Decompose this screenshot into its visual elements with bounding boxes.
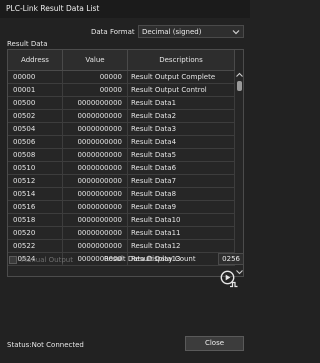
address-cell: 00520 bbox=[8, 227, 63, 240]
description-cell: Result Data9 bbox=[128, 201, 235, 214]
value-cell: 00000 bbox=[63, 71, 128, 84]
table-row[interactable]: 00516 0000000000 Result Data9 bbox=[8, 201, 235, 214]
table-row[interactable]: 00506 0000000000 Result Data4 bbox=[8, 136, 235, 149]
table-row[interactable]: 00514 0000000000 Result Data8 bbox=[8, 188, 235, 201]
status-text: Status:Not Connected bbox=[7, 341, 84, 349]
table-row[interactable]: 00518 0000000000 Result Data10 bbox=[8, 214, 235, 227]
address-cell: 00506 bbox=[8, 136, 63, 149]
address-cell: 00516 bbox=[8, 201, 63, 214]
address-cell: 00504 bbox=[8, 123, 63, 136]
scrollbar-thumb[interactable] bbox=[237, 81, 242, 91]
value-cell: 0000000000 bbox=[63, 214, 128, 227]
description-cell: Result Data7 bbox=[128, 175, 235, 188]
description-cell: Result Data8 bbox=[128, 188, 235, 201]
table-row[interactable]: 00500 0000000000 Result Data1 bbox=[8, 97, 235, 110]
address-cell: 00522 bbox=[8, 240, 63, 253]
description-cell: Result Output Complete bbox=[128, 71, 235, 84]
description-cell: Result Data1 bbox=[128, 97, 235, 110]
value-cell: 0000000000 bbox=[63, 110, 128, 123]
table-row[interactable]: 00000 00000 Result Output Complete bbox=[8, 71, 235, 84]
table-row[interactable]: 00001 00000 Result Output Control bbox=[8, 84, 235, 97]
description-cell: Result Data2 bbox=[128, 110, 235, 123]
vertical-scrollbar[interactable] bbox=[235, 71, 244, 276]
table-row[interactable]: 00522 0000000000 Result Data12 bbox=[8, 240, 235, 253]
manual-output-label: Manual Output bbox=[21, 256, 73, 264]
address-cell: 00514 bbox=[8, 188, 63, 201]
table-row[interactable]: 00520 0000000000 Result Data11 bbox=[8, 227, 235, 240]
address-cell: 00502 bbox=[8, 110, 63, 123]
table-row[interactable]: 00510 0000000000 Result Data6 bbox=[8, 162, 235, 175]
value-cell: 0000000000 bbox=[63, 149, 128, 162]
data-format-select[interactable]: Decimal (signed) bbox=[138, 25, 244, 38]
address-cell: 00518 bbox=[8, 214, 63, 227]
play-step-icon[interactable] bbox=[220, 270, 238, 288]
value-cell: 0000000000 bbox=[63, 240, 128, 253]
description-cell: Result Data10 bbox=[128, 214, 235, 227]
data-format-label: Data Format bbox=[91, 28, 135, 36]
table-row[interactable]: 00508 0000000000 Result Data5 bbox=[8, 149, 235, 162]
value-cell: 0000000000 bbox=[63, 227, 128, 240]
address-cell: 00510 bbox=[8, 162, 63, 175]
column-header-value[interactable]: Value bbox=[63, 50, 128, 71]
value-cell: 00000 bbox=[63, 84, 128, 97]
description-cell: Result Data11 bbox=[128, 227, 235, 240]
address-cell: 00508 bbox=[8, 149, 63, 162]
data-format-value: Decimal (signed) bbox=[142, 28, 202, 36]
display-count-label: Result Data Display Count bbox=[104, 255, 196, 263]
result-data-table: Address Value Descriptions 00000 00000 Res… bbox=[7, 49, 244, 277]
value-cell: 0000000000 bbox=[63, 162, 128, 175]
description-cell: Result Output Control bbox=[128, 84, 235, 97]
description-cell: Result Data6 bbox=[128, 162, 235, 175]
result-data-label: Result Data bbox=[7, 40, 48, 48]
arrow-up-icon[interactable] bbox=[235, 71, 244, 79]
address-cell: 00512 bbox=[8, 175, 63, 188]
address-cell: 00500 bbox=[8, 97, 63, 110]
display-count-input[interactable]: 0256 bbox=[218, 253, 244, 265]
chevron-down-icon bbox=[232, 30, 240, 35]
column-header-descriptions[interactable]: Descriptions bbox=[128, 50, 235, 71]
address-cell: 00000 bbox=[8, 71, 63, 84]
address-cell: 00001 bbox=[8, 84, 63, 97]
title-bar: PLC-Link Result Data List bbox=[0, 0, 250, 18]
value-cell: 0000000000 bbox=[63, 188, 128, 201]
manual-output-checkbox[interactable] bbox=[9, 256, 17, 264]
description-cell: Result Data4 bbox=[128, 136, 235, 149]
close-button[interactable]: Close bbox=[185, 336, 244, 351]
description-cell: Result Data5 bbox=[128, 149, 235, 162]
description-cell: Result Data12 bbox=[128, 240, 235, 253]
value-cell: 0000000000 bbox=[63, 123, 128, 136]
value-cell: 0000000000 bbox=[63, 97, 128, 110]
description-cell: Result Data3 bbox=[128, 123, 235, 136]
table-row[interactable]: 00502 0000000000 Result Data2 bbox=[8, 110, 235, 123]
table-row[interactable]: 00512 0000000000 Result Data7 bbox=[8, 175, 235, 188]
value-cell: 0000000000 bbox=[63, 136, 128, 149]
table-row[interactable]: 00504 0000000000 Result Data3 bbox=[8, 123, 235, 136]
value-cell: 0000000000 bbox=[63, 175, 128, 188]
window-title: PLC-Link Result Data List bbox=[6, 4, 100, 13]
column-header-address[interactable]: Address bbox=[8, 50, 63, 71]
value-cell: 0000000000 bbox=[63, 201, 128, 214]
